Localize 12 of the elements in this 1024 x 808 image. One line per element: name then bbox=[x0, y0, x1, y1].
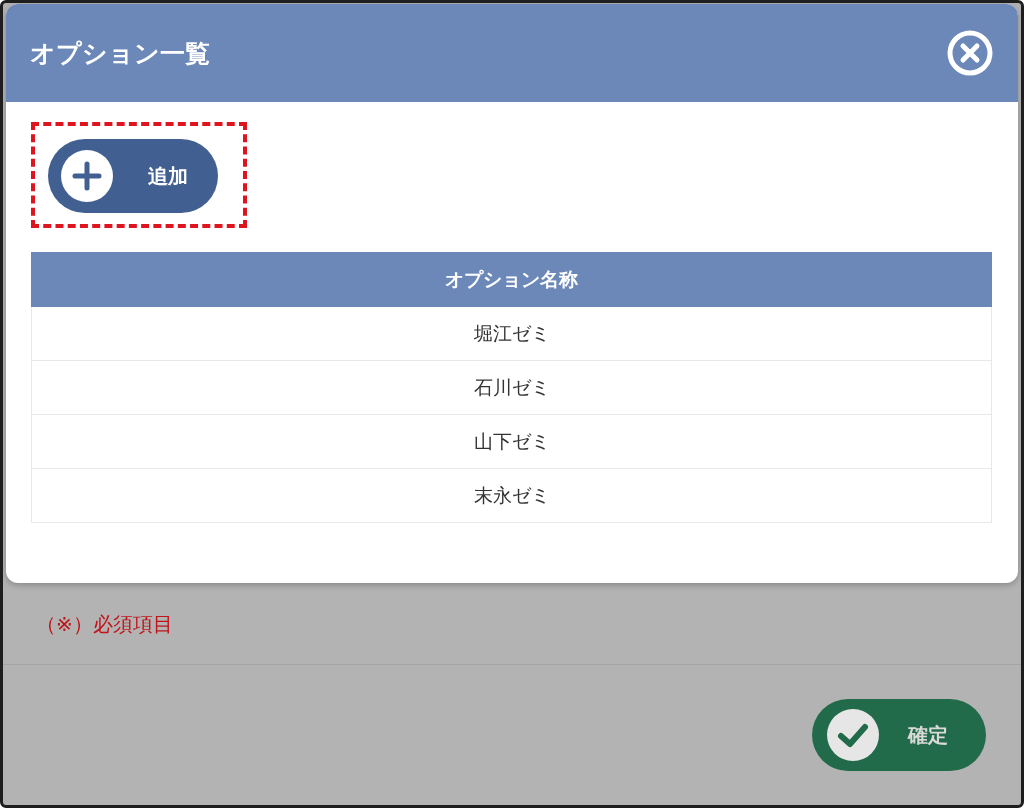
confirm-button[interactable]: 確定 bbox=[812, 699, 986, 771]
required-note: （※）必須項目 bbox=[36, 611, 174, 638]
table-cell: 末永ゼミ bbox=[31, 468, 992, 523]
table-cell: 堀江ゼミ bbox=[31, 306, 992, 361]
column-header: オプション名称 bbox=[31, 252, 992, 307]
dialog-title: オプション一覧 bbox=[30, 37, 210, 70]
add-button[interactable]: 追加 bbox=[48, 139, 218, 213]
close-button[interactable] bbox=[946, 29, 994, 77]
check-icon bbox=[827, 709, 879, 761]
plus-icon bbox=[61, 150, 113, 202]
table-cell: 山下ゼミ bbox=[31, 414, 992, 469]
table-cell: 石川ゼミ bbox=[31, 360, 992, 415]
